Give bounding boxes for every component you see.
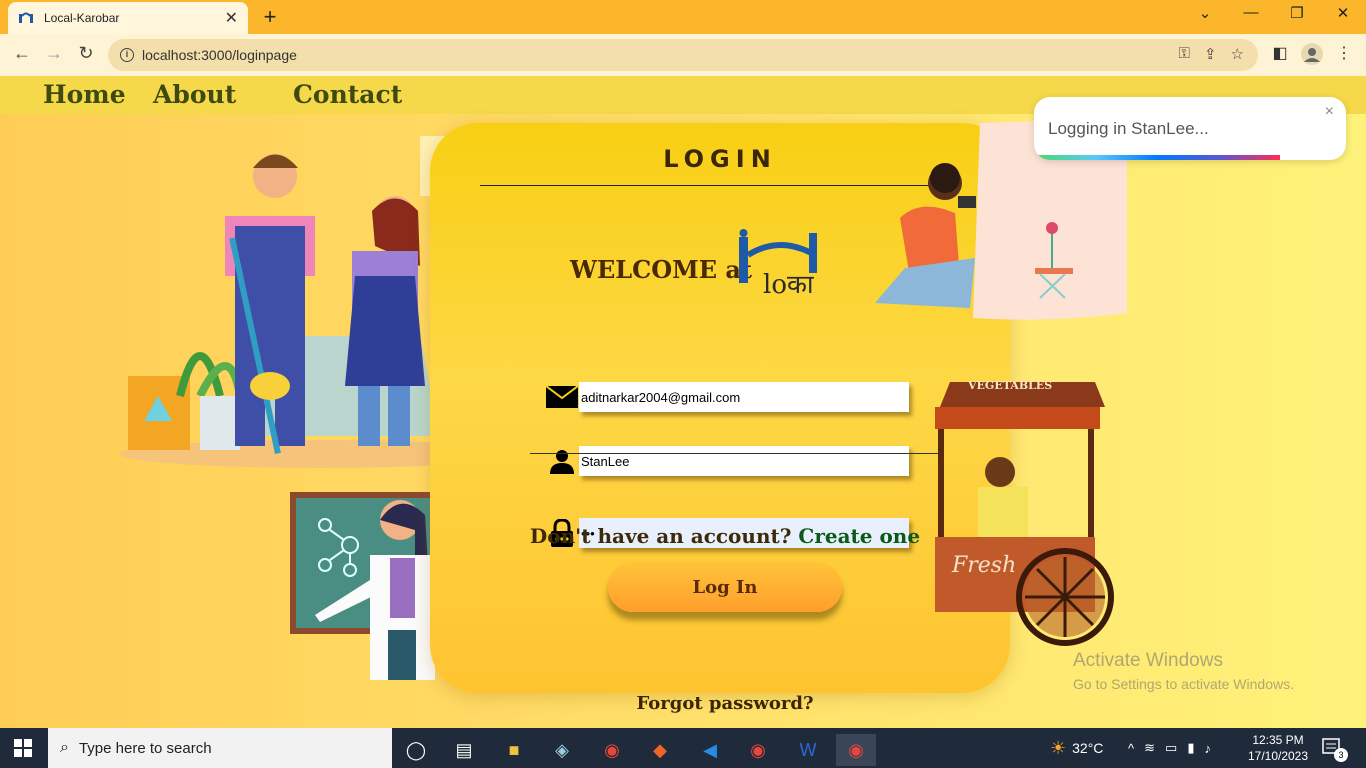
back-icon[interactable]: ←	[10, 43, 34, 64]
chrome-profile-icon[interactable]: ◉	[738, 734, 778, 766]
site-favicon-icon	[19, 12, 33, 23]
address-bar[interactable]: i localhost:3000/loginpage ⚿ ⇪ ☆	[108, 39, 1258, 71]
search-icon: ⌕	[60, 739, 69, 756]
logo-text: loका	[763, 270, 815, 299]
field-divider	[530, 453, 940, 454]
menu-kebab-icon[interactable]: ⋮	[1332, 43, 1356, 63]
toast-close-icon[interactable]: ×	[1325, 103, 1334, 121]
username-field[interactable]	[579, 446, 909, 476]
new-tab-icon[interactable]: +	[258, 4, 282, 30]
clock-time: 12:35 PM	[1252, 733, 1304, 747]
chrome-active-icon[interactable]: ◉	[836, 734, 876, 766]
windows-start-icon[interactable]	[14, 739, 32, 757]
windows-taskbar: ⌕ Type here to search ◯ ▤ ■ ◈ ◉ ◆ ◀ ◉ W …	[0, 728, 1366, 768]
meet-icon[interactable]: ▭	[1165, 740, 1177, 756]
file-explorer-icon[interactable]: ■	[494, 734, 534, 766]
vegetables-sign: VEGETABLES	[967, 379, 1052, 392]
notification-count: 3	[1334, 748, 1348, 762]
user-icon	[545, 447, 579, 475]
no-account-text: Don't have an account?	[529, 524, 792, 548]
weather-widget[interactable]: ☀ 32°C	[1050, 728, 1103, 768]
nav-home[interactable]: Home	[43, 80, 126, 109]
battery-icon[interactable]: ▮	[1187, 740, 1194, 756]
chrome-icon[interactable]: ◉	[592, 734, 632, 766]
clock-date: 17/10/2023	[1247, 749, 1309, 763]
nav-contact[interactable]: Contact	[293, 80, 402, 109]
temperature-text: 32°C	[1072, 740, 1104, 756]
system-tray: ^ ≋ ▭ ▮ ♪	[1128, 728, 1211, 768]
tray-chevron-icon[interactable]: ^	[1128, 741, 1134, 756]
virtualbox-icon[interactable]: ◈	[542, 734, 582, 766]
browser-tab[interactable]: Local-Karobar ✕	[8, 2, 248, 34]
widgets-icon[interactable]: ▤	[444, 734, 484, 766]
loka-logo: loका	[739, 229, 817, 299]
restore-icon[interactable]: ❐	[1282, 4, 1312, 22]
close-window-icon[interactable]: ✕	[1328, 4, 1358, 22]
weather-sun-icon: ☀	[1050, 737, 1067, 758]
bookmark-star-icon[interactable]: ☆	[1231, 45, 1244, 63]
vscode-icon[interactable]: ◀	[690, 734, 730, 766]
task-view-icon[interactable]: ◯	[396, 734, 436, 766]
nav-about[interactable]: About	[153, 80, 236, 109]
email-row	[545, 381, 915, 413]
login-button[interactable]: Log In	[608, 562, 842, 612]
tab-title: Local-Karobar	[44, 11, 120, 25]
forward-icon[interactable]: →	[42, 43, 66, 64]
notification-center-icon[interactable]: 3	[1322, 738, 1348, 762]
taskbar-search[interactable]: ⌕ Type here to search	[48, 728, 392, 768]
side-panel-icon[interactable]: ◧	[1268, 43, 1292, 63]
fresh-sign: Fresh	[951, 553, 1016, 578]
username-row	[545, 445, 915, 477]
url-text: localhost:3000/loginpage	[142, 47, 297, 63]
create-account-link[interactable]: Create one	[798, 524, 920, 548]
browser-toolbar: ← → ↻ i localhost:3000/loginpage ⚿ ⇪ ☆ ◧…	[0, 34, 1366, 76]
wifi-icon[interactable]: ≋	[1144, 740, 1155, 756]
browser-tab-bar: Local-Karobar ✕ + ⌄ — ❐ ✕	[0, 0, 1366, 34]
tab-close-icon[interactable]: ✕	[225, 8, 238, 28]
activate-windows-title: Activate Windows	[1073, 650, 1223, 671]
profile-avatar-icon[interactable]	[1300, 43, 1324, 70]
page-content: Home About Contact LOGIN WELCOME at loका…	[0, 76, 1366, 728]
login-toast: Logging in StanLee... ×	[1034, 97, 1346, 160]
search-placeholder: Type here to search	[78, 739, 212, 757]
reload-icon[interactable]: ↻	[74, 43, 98, 64]
brave-icon[interactable]: ◆	[640, 734, 680, 766]
welcome-heading: WELCOME at	[570, 255, 752, 284]
key-icon[interactable]: ⚿	[1179, 45, 1190, 63]
envelope-icon	[545, 383, 579, 411]
taskbar-clock[interactable]: 12:35 PM 17/10/2023	[1240, 732, 1316, 764]
share-icon[interactable]: ⇪	[1204, 45, 1217, 63]
vegetable-cart-illustration: VEGETABLES Fresh	[935, 379, 1114, 646]
minimize-icon[interactable]: —	[1236, 4, 1266, 21]
email-field[interactable]	[579, 382, 909, 412]
toast-message: Logging in StanLee...	[1048, 119, 1209, 138]
site-info-icon[interactable]: i	[120, 48, 134, 62]
activate-windows-subtitle: Go to Settings to activate Windows.	[1073, 676, 1294, 692]
volume-icon[interactable]: ♪	[1204, 741, 1211, 756]
tab-search-icon[interactable]: ⌄	[1190, 4, 1220, 22]
toast-progress-bar	[1034, 155, 1281, 160]
word-icon[interactable]: W	[788, 734, 828, 766]
forgot-password-link[interactable]: Forgot password?	[430, 693, 1020, 714]
